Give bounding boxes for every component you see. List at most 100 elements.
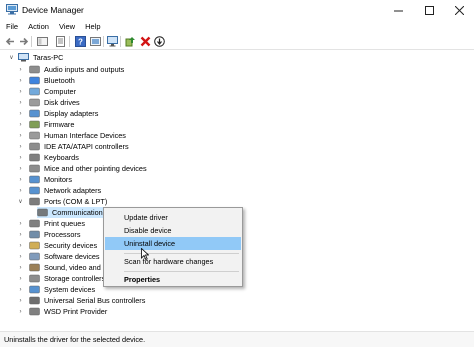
expand-chevron-icon[interactable]: ›	[17, 295, 24, 306]
node-label: Bluetooth	[44, 76, 75, 85]
toolbar-separator	[103, 36, 104, 47]
category-node[interactable]: ∨ Ports (COM & LPT)	[17, 196, 108, 207]
collapse-chevron-icon[interactable]: ∨	[17, 196, 24, 207]
device-tree: ∨ Taras-PC › Audio inputs and outputs › Blu…	[0, 50, 474, 330]
expand-chevron-icon[interactable]: ›	[17, 240, 24, 251]
category-node[interactable]: › Disk drives	[20, 97, 80, 108]
back-arrow-icon[interactable]	[4, 35, 16, 47]
menu-update-driver[interactable]: Update driver	[105, 211, 241, 224]
category-node[interactable]: › Firmware	[17, 119, 75, 130]
usb-icon	[29, 296, 40, 305]
category-node[interactable]: › System devices	[17, 284, 96, 295]
tree-root[interactable]: ∨ Taras-PC	[8, 52, 63, 63]
category-node[interactable]: › Software devices	[20, 251, 100, 262]
node-label: WSD Print Provider	[44, 307, 108, 316]
category-node[interactable]: › Keyboards	[20, 152, 79, 163]
menu-properties[interactable]: Properties	[105, 273, 241, 286]
menu-view[interactable]: View	[54, 20, 80, 33]
node-label: Disk drives	[44, 98, 80, 107]
close-button[interactable]	[444, 0, 474, 20]
category-node[interactable]: › Print queues	[20, 218, 85, 229]
uninstall-device-icon[interactable]	[139, 35, 151, 47]
node-label: Display adapters	[44, 109, 99, 118]
console-tree-icon[interactable]	[36, 35, 48, 47]
toolbar-separator	[120, 36, 121, 47]
expand-chevron-icon[interactable]: ›	[17, 152, 24, 163]
category-node[interactable]: › Computer	[17, 86, 77, 97]
category-node[interactable]: › Processors	[20, 229, 81, 240]
computer-icon	[29, 87, 40, 96]
expand-chevron-icon[interactable]: ›	[17, 86, 24, 97]
expand-chevron-icon[interactable]: ›	[17, 262, 24, 273]
root-label: Taras-PC	[33, 53, 64, 62]
menu-disable-device[interactable]: Disable device	[105, 224, 241, 237]
maximize-button[interactable]	[414, 0, 444, 20]
category-node[interactable]: › Mice and other pointing devices	[20, 163, 147, 174]
forward-arrow-icon[interactable]	[17, 35, 29, 47]
node-label: IDE ATA/ATAPI controllers	[44, 142, 129, 151]
category-node[interactable]: › Monitors	[20, 174, 72, 185]
node-label: Human Interface Devices	[44, 131, 126, 140]
toolbar-separator	[31, 36, 32, 47]
category-node[interactable]: › IDE ATA/ATAPI controllers	[20, 141, 129, 152]
menu-help[interactable]: Help	[80, 20, 105, 33]
hid-icon	[29, 131, 40, 140]
expand-chevron-icon[interactable]: ›	[17, 251, 24, 262]
chip-icon	[29, 120, 40, 129]
expand-chevron-icon[interactable]: ›	[17, 273, 24, 284]
scan-hardware-icon[interactable]	[106, 35, 118, 47]
status-bar: Uninstalls the driver for the selected d…	[0, 331, 474, 347]
node-label: Ports (COM & LPT)	[44, 197, 108, 206]
node-label: System devices	[44, 285, 96, 294]
category-node[interactable]: › Display adapters	[17, 108, 99, 119]
expand-chevron-icon[interactable]: ›	[17, 64, 24, 75]
expand-chevron-icon[interactable]: ›	[17, 163, 24, 174]
expand-chevron-icon[interactable]: ›	[17, 218, 24, 229]
expand-chevron-icon[interactable]: ›	[17, 174, 24, 185]
help-icon[interactable]: ?	[74, 35, 86, 47]
sound-icon	[29, 263, 40, 272]
network-icon	[29, 186, 40, 195]
minimize-button[interactable]	[383, 0, 413, 20]
category-node[interactable]: › Network adapters	[17, 185, 102, 196]
menu-action[interactable]: Action	[23, 20, 54, 33]
context-menu: Update driver Disable device Uninstall d…	[103, 207, 243, 287]
category-node[interactable]: › Sound, video and ga	[20, 262, 111, 273]
disable-device-icon[interactable]	[153, 35, 165, 47]
category-node[interactable]: › Human Interface Devices	[20, 130, 126, 141]
category-node[interactable]: › WSD Print Provider	[17, 306, 108, 317]
expand-chevron-icon[interactable]: ›	[17, 229, 24, 240]
properties-icon[interactable]	[54, 35, 66, 47]
expand-chevron-icon[interactable]: ›	[17, 185, 24, 196]
update-driver-icon[interactable]	[124, 35, 136, 47]
status-text: Uninstalls the driver for the selected d…	[4, 335, 146, 344]
menu-separator	[124, 271, 239, 272]
processor-icon	[29, 230, 40, 239]
category-node[interactable]: › Universal Serial Bus controllers	[17, 295, 146, 306]
expand-chevron-icon[interactable]: ›	[17, 130, 24, 141]
expand-chevron-icon[interactable]: ›	[17, 97, 24, 108]
menu-scan-hardware[interactable]: Scan for hardware changes	[105, 255, 241, 268]
node-label: Software devices	[44, 252, 100, 261]
show-hidden-icon[interactable]	[89, 35, 101, 47]
collapse-chevron-icon[interactable]: ∨	[8, 52, 15, 63]
node-label: Firmware	[44, 120, 75, 129]
category-node[interactable]: › Storage controllers	[17, 273, 106, 284]
node-label: Storage controllers	[44, 274, 106, 283]
category-node[interactable]: › Bluetooth	[20, 75, 75, 86]
node-label: Mice and other pointing devices	[44, 164, 147, 173]
expand-chevron-icon[interactable]: ›	[17, 119, 24, 130]
expand-chevron-icon[interactable]: ›	[17, 108, 24, 119]
category-node[interactable]: › Audio inputs and outputs	[17, 64, 125, 75]
menu-uninstall-device[interactable]: Uninstall device	[105, 237, 241, 250]
category-node[interactable]: › Security devices	[17, 240, 98, 251]
expand-chevron-icon[interactable]: ›	[17, 306, 24, 317]
mouse-cursor-icon	[141, 247, 150, 261]
expand-chevron-icon[interactable]: ›	[17, 141, 24, 152]
node-label: Audio inputs and outputs	[44, 65, 125, 74]
expand-chevron-icon[interactable]: ›	[17, 75, 24, 86]
expand-chevron-icon[interactable]: ›	[17, 284, 24, 295]
ide-icon	[29, 142, 40, 151]
menu-file[interactable]: File	[0, 20, 23, 33]
storage-icon	[29, 274, 40, 283]
